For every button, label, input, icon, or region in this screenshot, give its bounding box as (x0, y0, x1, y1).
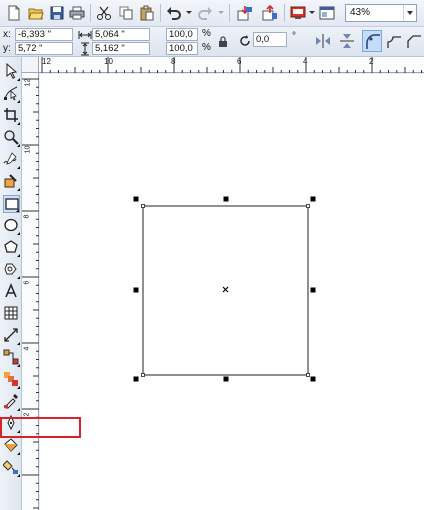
ruler-top-number: 8 (171, 57, 176, 66)
ruler-left-number: 4 (23, 346, 31, 351)
eyedropper-tool-icon[interactable] (3, 393, 20, 411)
basic-shapes-tool-icon[interactable] (3, 261, 20, 279)
ruler-left-number: 12 (24, 78, 32, 87)
ruler-left-number: 2 (23, 412, 31, 417)
ruler-top-number: 2 (369, 57, 374, 66)
vertical-ruler-ticks (22, 78, 39, 509)
ruler-left-number: 6 (23, 280, 31, 285)
rectangle-object (142, 205, 309, 376)
interactive-fill-tool-icon[interactable] (3, 459, 20, 477)
crop-tool-icon[interactable] (3, 107, 20, 125)
paste-icon[interactable] (139, 5, 155, 21)
scalloped-corner-button[interactable] (384, 30, 404, 52)
standard-toolbar: 43% (0, 0, 424, 27)
vertical-ruler[interactable]: 12 10 8 6 4 2 (22, 73, 39, 510)
zoom-level-value: 43% (350, 7, 371, 18)
export-icon[interactable] (262, 5, 278, 21)
selection-handle (310, 376, 316, 382)
ruler-top-number: 12 (42, 57, 51, 66)
ruler-left-number: 8 (23, 214, 31, 219)
undo-icon[interactable] (166, 5, 182, 21)
undo-dropdown-icon[interactable] (186, 11, 192, 14)
lock-ratio-icon[interactable] (216, 35, 230, 49)
mirror-horizontal-button[interactable] (313, 30, 333, 52)
ruler-top-number: 4 (303, 57, 308, 66)
rectangle-tool-icon[interactable] (3, 195, 20, 213)
selection-handle (310, 287, 316, 293)
table-tool-icon[interactable] (3, 305, 20, 323)
rotation-angle-field[interactable]: 0,0 (253, 32, 287, 47)
horizontal-ruler[interactable]: 12 10 8 6 4 2 (39, 57, 424, 73)
connector-tool-icon[interactable] (3, 349, 20, 367)
fill-tool-highlight (0, 417, 81, 438)
zoom-tool-icon[interactable] (3, 129, 20, 147)
chevron-down-icon[interactable] (403, 5, 416, 21)
scale-x-field[interactable]: 100,0 (166, 28, 198, 41)
canvas-drawing (133, 196, 316, 382)
print-icon[interactable] (69, 5, 85, 21)
horizontal-ruler-ticks (41, 57, 422, 73)
zoom-level-combobox[interactable]: 43% (345, 4, 417, 22)
smart-fill-tool-icon[interactable] (3, 173, 20, 191)
degree-sign: ° (292, 31, 296, 42)
ruler-top-number: 10 (104, 57, 113, 66)
dimension-tool-icon[interactable] (3, 327, 20, 345)
selection-handle (223, 196, 229, 202)
launcher-dropdown-icon[interactable] (309, 11, 315, 14)
mirror-vertical-button[interactable] (337, 30, 357, 52)
new-document-icon[interactable] (6, 5, 22, 21)
x-label: x: (3, 29, 11, 40)
y-label: y: (3, 43, 11, 54)
x-position-field[interactable]: -6,393 " (15, 28, 73, 41)
object-width-icon (78, 28, 92, 42)
ruler-origin[interactable] (22, 57, 39, 73)
property-bar: x: -6,393 " y: 5,72 " 5,064 " 5,162 " 10… (0, 27, 424, 57)
fill-tool-icon[interactable] (3, 437, 20, 455)
freehand-tool-icon[interactable] (3, 151, 20, 169)
pick-tool-icon[interactable] (3, 63, 20, 81)
blend-tool-icon[interactable] (3, 371, 20, 389)
percent-sign-2: % (202, 42, 211, 53)
selection-handle (133, 376, 139, 382)
round-corner-button[interactable] (362, 30, 382, 52)
object-height-field[interactable]: 5,162 " (92, 42, 150, 55)
redo-dropdown-icon (218, 11, 224, 14)
drawing-canvas[interactable] (40, 74, 424, 510)
toolbox (0, 57, 22, 510)
selection-handle (133, 196, 139, 202)
redo-icon[interactable] (197, 5, 213, 21)
rotation-icon (238, 34, 252, 48)
application-launcher-icon[interactable] (290, 5, 306, 21)
ruler-left-number: 10 (24, 145, 32, 154)
ellipse-tool-icon[interactable] (3, 217, 20, 235)
object-width-field[interactable]: 5,064 " (92, 28, 150, 41)
selection-handle (223, 376, 229, 382)
chamfered-corner-button[interactable] (404, 30, 424, 52)
welcome-screen-icon[interactable] (319, 5, 335, 21)
scale-y-field[interactable]: 100,0 (166, 42, 198, 55)
percent-sign: % (202, 28, 211, 39)
text-tool-icon[interactable] (3, 283, 20, 301)
polygon-tool-icon[interactable] (3, 239, 20, 257)
ruler-top-number: 6 (237, 57, 242, 66)
shape-tool-icon[interactable] (3, 85, 20, 103)
y-position-field[interactable]: 5,72 " (15, 42, 73, 55)
selection-handle (310, 196, 316, 202)
selection-handle (133, 287, 139, 293)
import-icon[interactable] (237, 5, 253, 21)
object-height-icon (78, 42, 92, 56)
center-marker-icon (222, 286, 229, 293)
save-icon[interactable] (49, 5, 65, 21)
copy-icon[interactable] (118, 5, 134, 21)
open-icon[interactable] (28, 5, 44, 21)
cut-icon[interactable] (96, 5, 112, 21)
corner-nodes (141, 204, 310, 377)
